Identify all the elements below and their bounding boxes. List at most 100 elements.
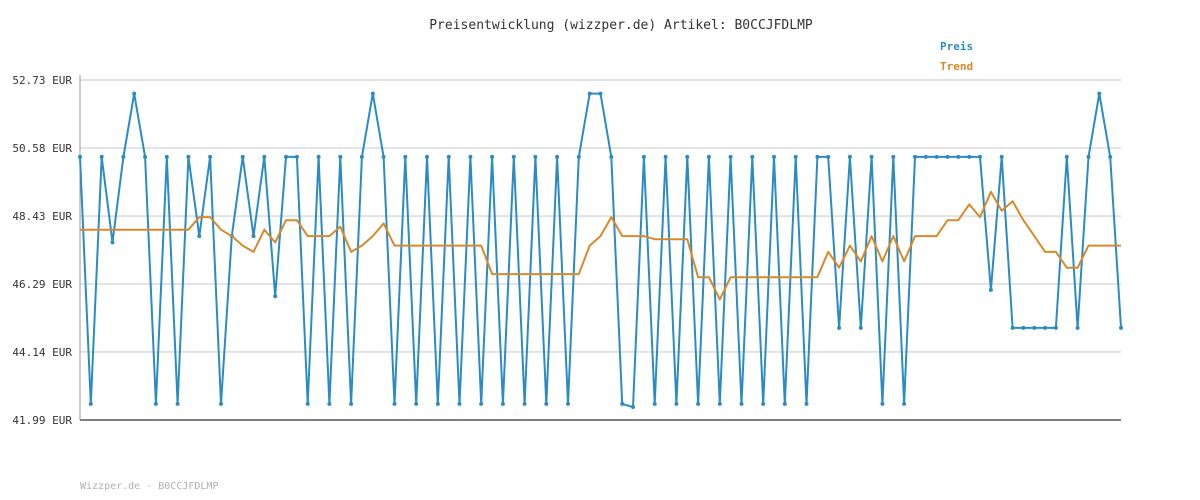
data-point-preis — [566, 401, 570, 406]
data-point-preis — [804, 401, 809, 406]
data-point-preis — [435, 401, 440, 406]
price-chart: 52.73 EUR 50.58 EUR 48.43 EUR 46.29 EUR 44.1… — [12, 74, 1123, 427]
data-point-preis — [793, 154, 798, 159]
data-point-preis — [706, 154, 711, 159]
data-point-preis — [1010, 325, 1015, 330]
data-point-preis — [251, 234, 256, 239]
data-point-preis — [414, 401, 419, 406]
data-point-preis — [164, 154, 169, 159]
data-point-preis — [913, 154, 917, 159]
data-point-preis — [533, 154, 538, 159]
data-point-preis — [316, 154, 321, 159]
data-point-preis — [479, 401, 484, 406]
data-point-preis — [978, 154, 982, 159]
data-point-preis — [88, 401, 93, 406]
data-point-preis — [370, 91, 375, 96]
data-point-preis — [284, 154, 288, 159]
data-point-preis — [153, 401, 158, 406]
data-point-preis — [1075, 325, 1080, 330]
data-point-preis — [782, 401, 787, 406]
data-point-preis — [988, 287, 993, 292]
data-point-preis — [967, 154, 972, 159]
data-point-preis — [869, 154, 874, 159]
y-tick-label: 48.43 EUR — [12, 210, 72, 223]
data-point-preis — [826, 154, 831, 159]
y-tick-label: 52.73 EUR — [12, 74, 72, 87]
data-point-preis — [349, 401, 354, 406]
data-point-preis — [186, 154, 191, 159]
data-point-preis — [294, 154, 299, 159]
data-point-preis — [544, 401, 549, 406]
data-point-preis — [815, 154, 820, 159]
data-point-preis — [121, 154, 126, 159]
data-point-preis — [652, 401, 657, 406]
data-point-preis — [143, 154, 148, 159]
data-point-preis — [674, 401, 679, 406]
legend-preis: Preis — [940, 40, 974, 53]
data-point-preis — [576, 154, 581, 159]
data-point-preis — [717, 401, 722, 406]
data-point-preis — [1108, 154, 1113, 159]
data-point-preis — [847, 154, 852, 159]
chart-title: Preisentwicklung (wizzper.de) Artikel: B… — [429, 18, 813, 33]
data-point-preis — [1086, 154, 1091, 159]
series-line-preis — [79, 92, 1122, 408]
data-point-preis — [197, 234, 202, 239]
legend-trend: Trend — [940, 60, 974, 73]
data-point-preis — [403, 154, 408, 159]
data-point-preis — [522, 401, 527, 406]
data-point-preis — [446, 154, 451, 159]
data-point-preis — [468, 154, 473, 159]
series-group — [78, 91, 1123, 409]
data-point-preis — [1097, 91, 1102, 96]
data-point-preis — [945, 154, 950, 159]
data-point-preis — [761, 401, 766, 406]
data-point-preis — [240, 154, 245, 159]
data-point-preis — [858, 325, 863, 330]
data-point-preis — [1119, 325, 1123, 330]
data-point-preis — [305, 401, 310, 406]
footer-text: Wizzper.de - B0CCJFDLMP — [80, 481, 219, 492]
data-point-preis — [891, 154, 896, 159]
grid-lines — [80, 79, 1121, 353]
data-point-preis — [1021, 325, 1026, 330]
data-point-preis — [132, 91, 137, 96]
data-point-preis — [728, 154, 733, 159]
data-point-preis — [837, 325, 842, 330]
data-point-preis — [457, 401, 462, 406]
y-tick-label: 41.99 EUR — [12, 414, 72, 427]
data-point-preis — [381, 154, 386, 159]
data-point-preis — [750, 154, 755, 159]
data-point-preis — [609, 154, 614, 159]
data-point-preis — [208, 154, 213, 159]
data-point-preis — [620, 401, 625, 406]
data-point-preis — [934, 154, 939, 159]
data-point-preis — [696, 401, 701, 406]
data-point-preis — [1043, 325, 1048, 330]
data-point-preis — [425, 154, 429, 159]
data-point-preis — [555, 154, 560, 159]
data-point-preis — [631, 405, 635, 409]
y-tick-label: 50.58 EUR — [12, 142, 72, 155]
data-point-preis — [1053, 325, 1058, 330]
data-point-preis — [327, 401, 332, 406]
data-point-preis — [175, 401, 180, 406]
data-point-preis — [338, 154, 343, 159]
data-point-preis — [880, 401, 885, 406]
data-point-preis — [772, 154, 776, 159]
y-tick-label: 46.29 EUR — [12, 278, 72, 291]
data-point-preis — [359, 154, 364, 159]
data-point-preis — [902, 401, 907, 406]
data-point-preis — [78, 154, 82, 159]
data-point-preis — [511, 154, 516, 159]
data-point-preis — [641, 154, 646, 159]
data-point-preis — [1032, 325, 1037, 330]
data-point-preis — [392, 401, 397, 406]
data-point-preis — [1064, 154, 1069, 159]
data-point-preis — [500, 401, 505, 406]
data-point-preis — [663, 154, 668, 159]
data-point-preis — [587, 91, 592, 96]
y-axis-ticks: 52.73 EUR 50.58 EUR 48.43 EUR 46.29 EUR 44.1… — [12, 74, 72, 427]
data-point-preis — [99, 154, 104, 159]
data-point-preis — [110, 240, 115, 245]
